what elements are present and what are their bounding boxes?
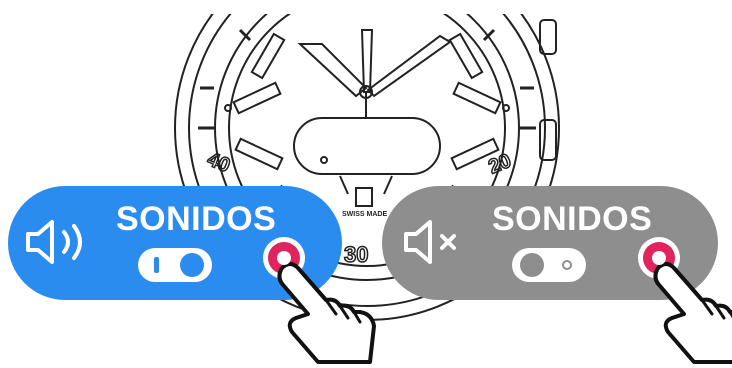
sound-toggle-on[interactable] — [138, 248, 212, 282]
watch-second-hand — [366, 34, 452, 98]
bezel-number-40: 40 — [204, 148, 233, 177]
watch-minute-hand — [360, 29, 374, 93]
watch-hour-hand — [297, 43, 368, 98]
sound-toggle-off[interactable] — [512, 248, 586, 282]
toggle-knob — [180, 253, 204, 277]
sound-settings-illustration: 40 20 30 SWISS MADE SONIDOS SONIDOS — [0, 0, 732, 368]
speaker-muted-icon — [404, 220, 456, 264]
toggle-off-indicator — [562, 260, 572, 270]
pointing-hand-icon — [277, 262, 376, 364]
pointing-hand-icon — [653, 262, 732, 364]
sound-on-label: SONIDOS — [116, 200, 277, 238]
watch-dial-text: SWISS MADE — [342, 211, 387, 218]
watch-lcd-window — [293, 117, 441, 175]
toggle-on-indicator — [154, 257, 159, 273]
watch-six-marker — [355, 187, 373, 207]
speaker-sound-icon — [26, 220, 82, 264]
toggle-knob — [520, 253, 544, 277]
sound-off-label: SONIDOS — [492, 200, 653, 238]
